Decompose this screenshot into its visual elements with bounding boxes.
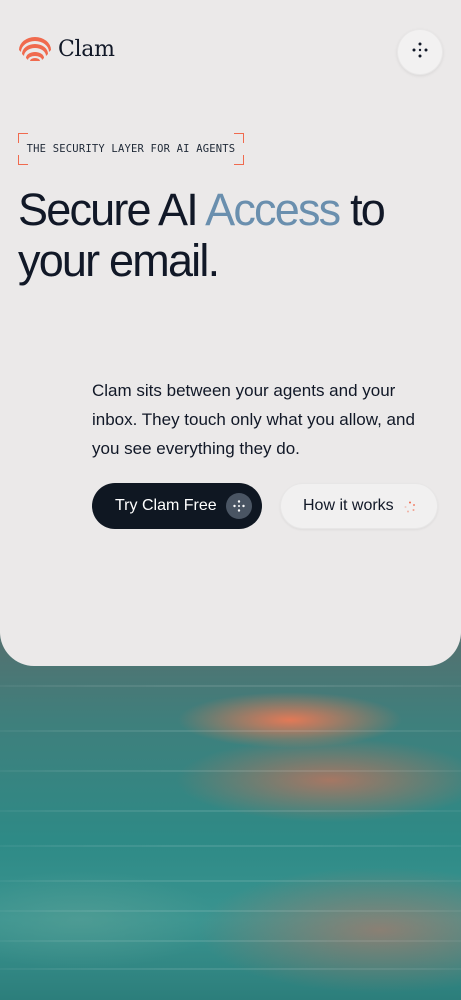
how-it-works-label: How it works: [303, 497, 394, 514]
brand-name: Clam: [58, 36, 115, 62]
hero-description: Clam sits between your agents and your i…: [92, 381, 415, 458]
dots-cross-icon: [411, 41, 429, 64]
tagline-text: THE SECURITY LAYER FOR AI AGENTS: [26, 143, 236, 155]
page-title: Secure AI Access to your email.: [18, 184, 438, 286]
headline-accent-word: Access: [205, 184, 341, 235]
loading-dots-icon: [404, 500, 416, 513]
bracket-corner-icon: [18, 133, 28, 143]
clam-shell-icon: [18, 36, 52, 62]
try-clam-free-button[interactable]: Try Clam Free: [92, 483, 262, 529]
bracket-corner-icon: [234, 133, 244, 143]
dots-cross-icon: [226, 493, 252, 519]
bracket-corner-icon: [234, 155, 244, 165]
try-clam-free-label: Try Clam Free: [115, 497, 217, 514]
headline-part-1: Secure AI: [18, 184, 206, 235]
brand-logo[interactable]: Clam: [18, 36, 115, 62]
hero-card: Clam THE SECURITY LAYER FOR AI AGENTS Se…: [0, 0, 461, 666]
menu-button[interactable]: [397, 29, 443, 75]
how-it-works-button[interactable]: How it works: [280, 483, 438, 529]
tagline-badge: THE SECURITY LAYER FOR AI AGENTS: [18, 133, 244, 165]
bracket-corner-icon: [18, 155, 28, 165]
